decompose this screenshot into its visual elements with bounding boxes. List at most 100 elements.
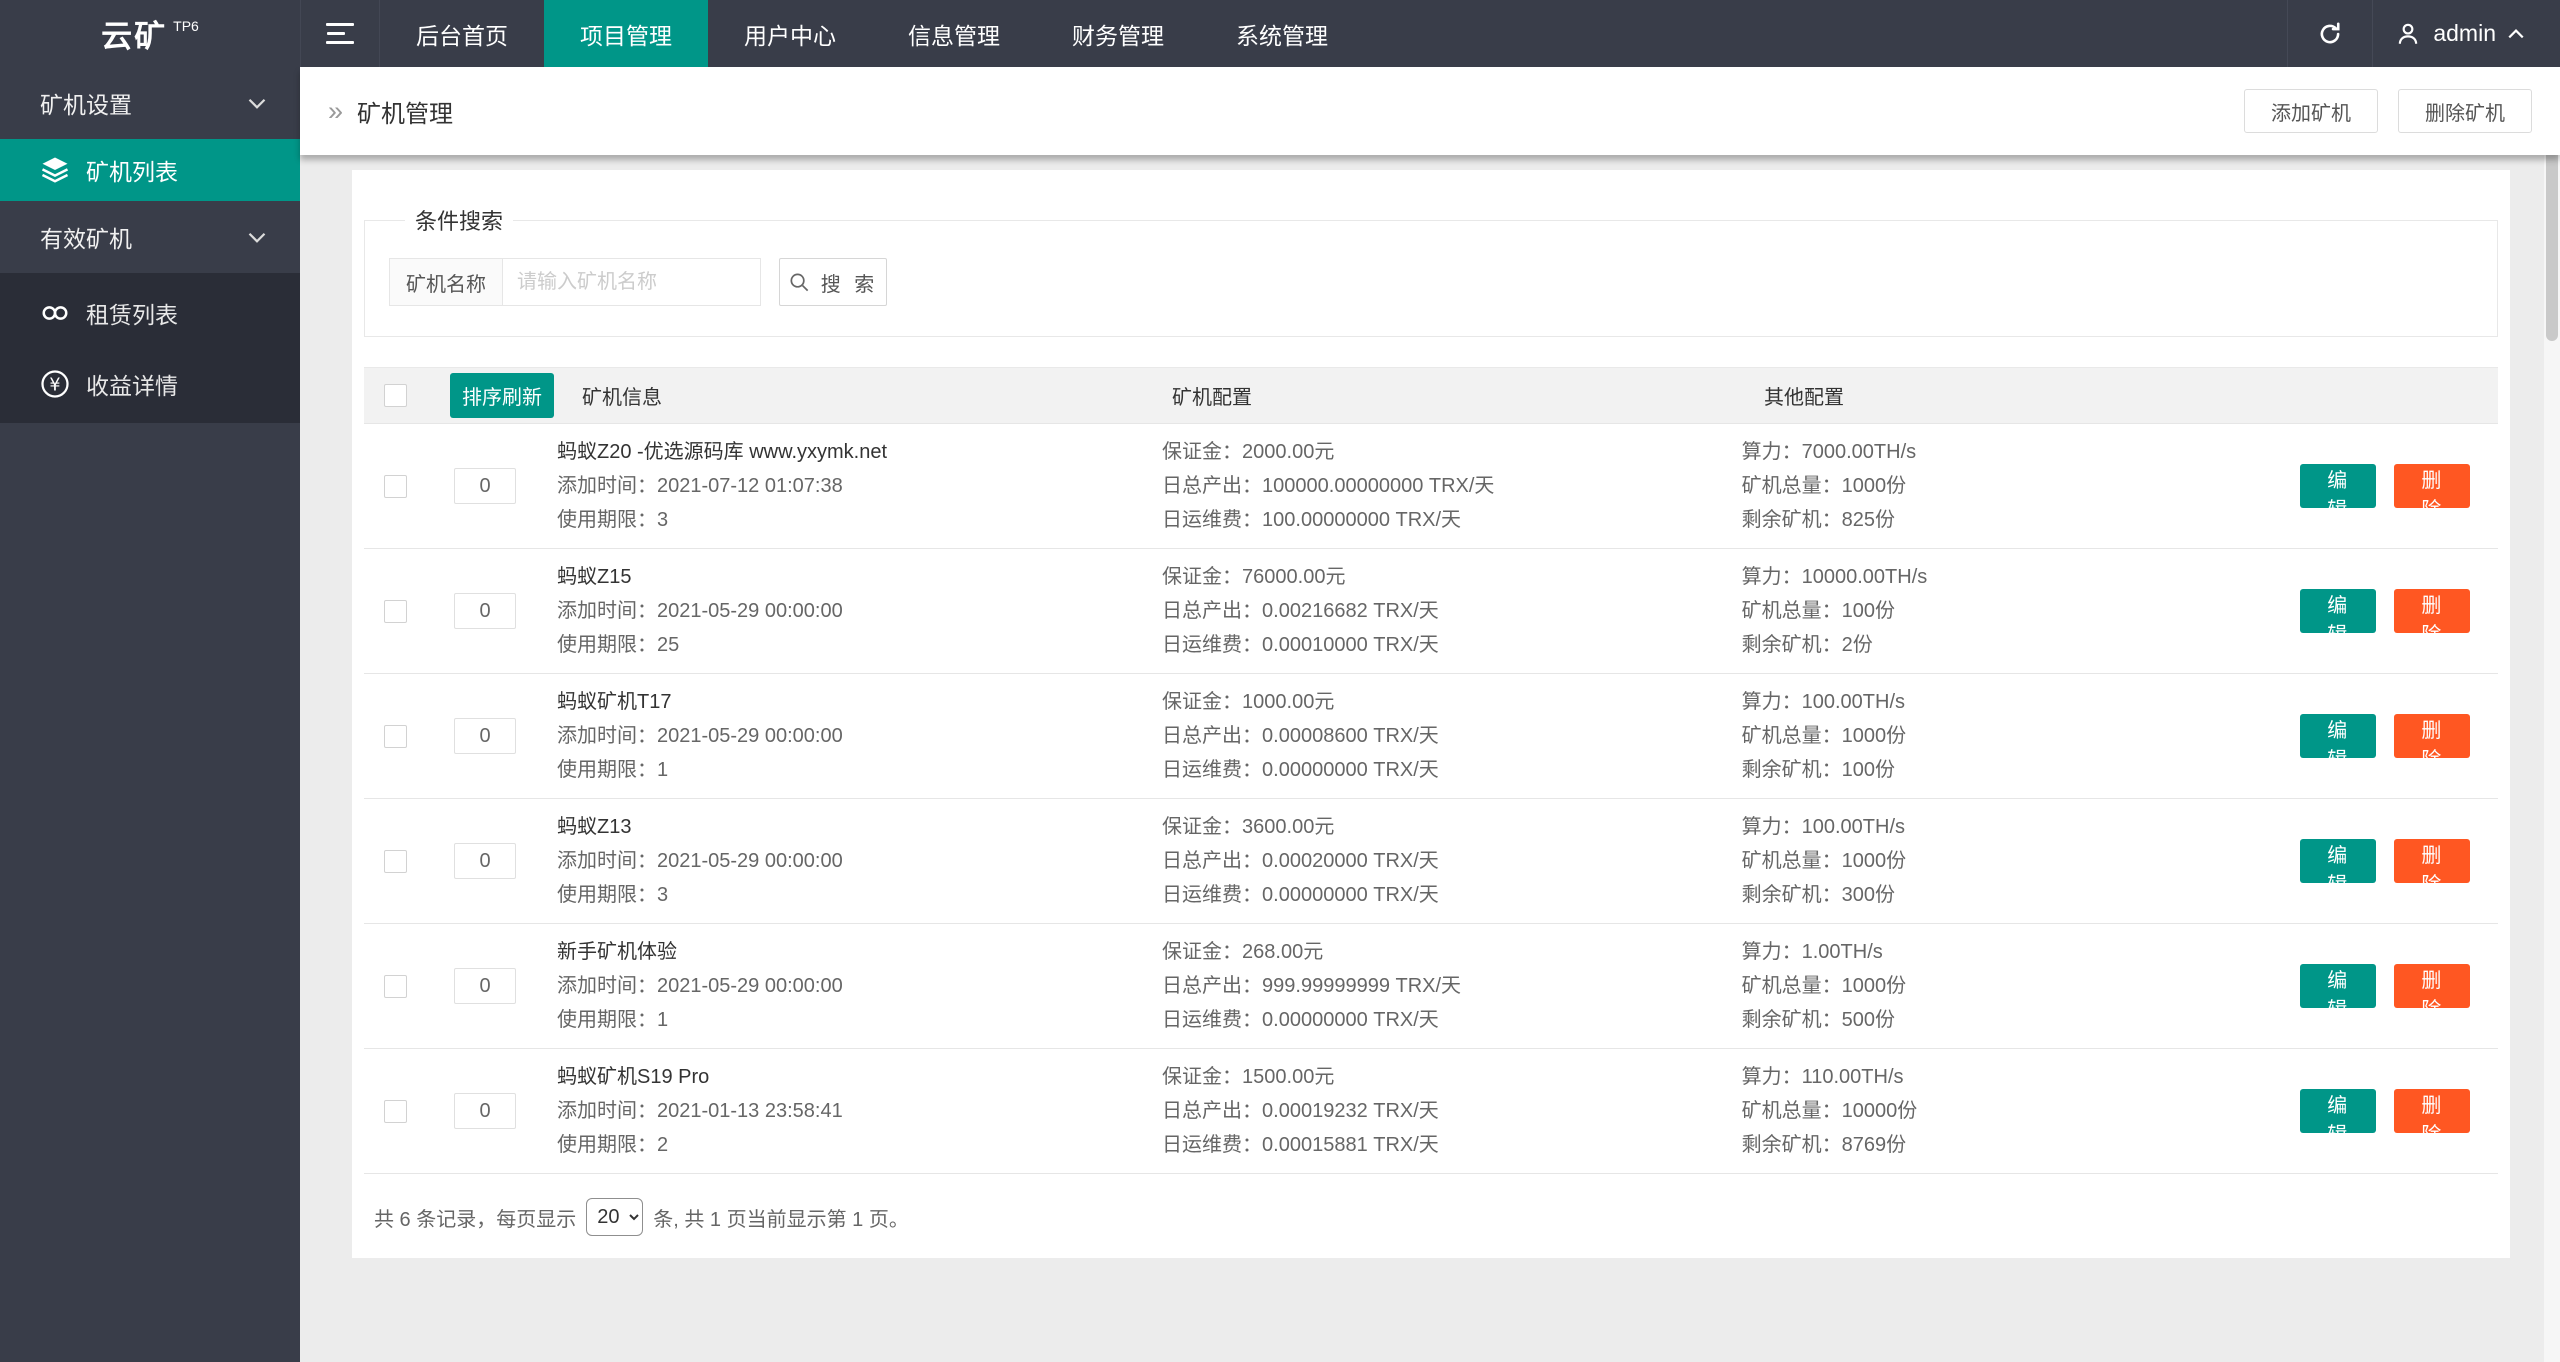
edit-button[interactable]: 编辑 (2299, 589, 2376, 646)
sidebar-item-machine-list[interactable]: 矿机列表 (0, 139, 300, 201)
machine-config-cell: 保证金：1000.00元 日总产出：0.00008600 TRX/天 日运维费：… (1162, 685, 1742, 787)
sort-order-input[interactable] (454, 468, 516, 504)
total-value: 1000份 (1841, 850, 1907, 872)
delete-button[interactable]: 删除 (2393, 839, 2470, 896)
other-config-cell: 算力：100.00TH/s 矿机总量：1000份 剩余矿机：300份 (1742, 810, 2300, 912)
daily-fee-line: 日运维费：0.00000000 TRX/天 (1162, 1003, 1742, 1037)
search-icon (788, 270, 812, 294)
added-time-value: 2021-05-29 00:00:00 (657, 850, 843, 872)
row-checkbox[interactable] (384, 724, 407, 748)
hashrate-value: 110.00TH/s (1801, 1066, 1904, 1088)
remaining-line: 剩余矿机：2份 (1742, 628, 2300, 662)
machine-name: 蚂蚁Z15 (557, 566, 632, 588)
daily-fee-label: 日运维费： (1162, 1134, 1263, 1156)
use-period-line: 使用期限：25 (557, 628, 1162, 662)
page-title: 矿机管理 (357, 100, 454, 128)
daily-output-line: 日总产出：0.00008600 TRX/天 (1162, 719, 1742, 753)
sidebar: 矿机设置 矿机列表 有效矿机 租赁列表 ¥ 收益详情 (0, 67, 300, 1362)
row-checkbox[interactable] (384, 849, 407, 873)
edit-button[interactable]: 编辑 (2299, 964, 2376, 1021)
added-time-label: 添加时间： (557, 975, 657, 997)
hashrate-line: 算力：1.00TH/s (1742, 935, 2300, 969)
use-period-value: 25 (657, 634, 680, 656)
edit-button[interactable]: 编辑 (2299, 464, 2376, 521)
hashrate-line: 算力：100.00TH/s (1742, 685, 2300, 719)
vertical-scrollbar[interactable] (2543, 67, 2560, 1362)
machine-name-input[interactable] (503, 258, 761, 306)
total-value: 10000份 (1841, 1100, 1918, 1122)
search-panel: 条件搜索 矿机名称 搜 索 (364, 204, 2498, 337)
added-time-value: 2021-07-12 01:07:38 (657, 475, 843, 497)
nav-item[interactable]: 项目管理 (544, 0, 708, 67)
daily-output-line: 日总产出：0.00216682 TRX/天 (1162, 594, 1742, 628)
edit-button[interactable]: 编辑 (2299, 839, 2376, 896)
row-checkbox[interactable] (384, 474, 407, 498)
sort-order-input[interactable] (454, 1093, 516, 1129)
page-size-select[interactable]: 20 (586, 1198, 644, 1236)
topbar-right: admin (2287, 0, 2560, 67)
column-machine-config: 矿机配置 (1172, 387, 1252, 409)
machine-info-cell: 蚂蚁矿机T17 添加时间：2021-05-29 00:00:00 使用期限：1 (557, 685, 1162, 787)
edit-button[interactable]: 编辑 (2299, 714, 2376, 771)
machine-info-cell: 蚂蚁Z15 添加时间：2021-05-29 00:00:00 使用期限：25 (557, 560, 1162, 662)
yen-icon: ¥ (40, 369, 70, 399)
use-period-line: 使用期限：3 (557, 878, 1162, 912)
row-checkbox[interactable] (384, 599, 407, 623)
add-machine-button[interactable]: 添加矿机 (2244, 89, 2378, 133)
sidebar-group-active-machines[interactable]: 有效矿机 (0, 201, 300, 273)
sidebar-group-machine-settings[interactable]: 矿机设置 (0, 67, 300, 139)
user-menu[interactable]: admin (2373, 0, 2560, 67)
use-period-value: 3 (657, 884, 669, 906)
deposit-line: 保证金：268.00元 (1162, 935, 1742, 969)
sort-order-input[interactable] (454, 718, 516, 754)
delete-machine-button[interactable]: 删除矿机 (2398, 89, 2532, 133)
sidebar-item-label: 矿机列表 (86, 159, 178, 185)
search-button[interactable]: 搜 索 (779, 258, 887, 306)
added-time-label: 添加时间： (557, 600, 657, 622)
sort-order-input[interactable] (454, 968, 516, 1004)
link-icon (40, 298, 70, 328)
daily-fee-label: 日运维费： (1162, 884, 1263, 906)
refresh-button[interactable] (2288, 0, 2372, 67)
total-value: 100份 (1841, 600, 1895, 622)
use-period-label: 使用期限： (557, 884, 657, 906)
sidebar-item-lease-list[interactable]: 租赁列表 (0, 277, 300, 348)
total-line: 矿机总量：1000份 (1742, 719, 2300, 753)
sidebar-item-profit-detail[interactable]: ¥ 收益详情 (0, 348, 300, 419)
use-period-label: 使用期限： (557, 759, 657, 781)
row-checkbox[interactable] (384, 974, 407, 998)
nav-item[interactable]: 系统管理 (1200, 0, 1364, 67)
other-config-cell: 算力：100.00TH/s 矿机总量：1000份 剩余矿机：100份 (1742, 685, 2300, 787)
delete-button[interactable]: 删除 (2393, 589, 2470, 646)
deposit-value: 1000.00元 (1242, 691, 1335, 713)
daily-fee-line: 日运维费：0.00000000 TRX/天 (1162, 753, 1742, 787)
nav-item[interactable]: 财务管理 (1036, 0, 1200, 67)
other-config-cell: 算力：1.00TH/s 矿机总量：1000份 剩余矿机：500份 (1742, 935, 2300, 1037)
select-all-checkbox[interactable] (384, 384, 407, 407)
added-time-label: 添加时间： (557, 475, 657, 497)
nav-item[interactable]: 后台首页 (380, 0, 544, 67)
machine-table: 排序刷新 矿机信息 矿机配置 其他配置 蚂蚁Z20 -优选源码库 www.yxy… (364, 367, 2498, 1174)
nav-item[interactable]: 用户中心 (708, 0, 872, 67)
table-row: 蚂蚁矿机T17 添加时间：2021-05-29 00:00:00 使用期限：1 … (364, 674, 2498, 799)
sort-refresh-button[interactable]: 排序刷新 (450, 373, 554, 418)
collapse-menu-icon[interactable] (300, 0, 380, 67)
daily-fee-value: 0.00010000 TRX/天 (1262, 634, 1439, 656)
machine-name: 新手矿机体验 (557, 941, 677, 963)
row-actions: 编辑 删除 (2299, 589, 2470, 646)
nav-item[interactable]: 信息管理 (872, 0, 1036, 67)
edit-button[interactable]: 编辑 (2299, 1089, 2376, 1146)
sort-order-input[interactable] (454, 593, 516, 629)
delete-button[interactable]: 删除 (2393, 714, 2470, 771)
total-label: 矿机总量： (1741, 725, 1842, 747)
delete-button[interactable]: 删除 (2393, 964, 2470, 1021)
table-header: 排序刷新 矿机信息 矿机配置 其他配置 (364, 368, 2498, 424)
machine-list-card: 条件搜索 矿机名称 搜 索 排序刷新 矿机信息 矿机配 (352, 170, 2510, 1258)
sort-order-input[interactable] (454, 843, 516, 879)
daily-output-line: 日总产出：999.99999999 TRX/天 (1162, 969, 1742, 1003)
delete-button[interactable]: 删除 (2393, 1089, 2470, 1146)
delete-button[interactable]: 删除 (2393, 464, 2470, 521)
added-time-line: 添加时间：2021-05-29 00:00:00 (557, 719, 1162, 753)
row-checkbox[interactable] (384, 1099, 407, 1123)
deposit-label: 保证金： (1162, 691, 1243, 713)
